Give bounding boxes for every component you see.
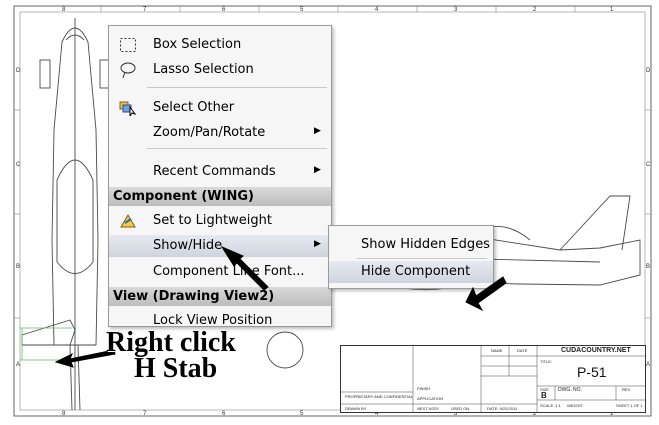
annotation-line2: H Stab: [134, 353, 218, 384]
annotation-callout: Right click H Stab: [106, 329, 236, 384]
drawing-sheet[interactable]: 8 7 6 5 4 3 2 1 8 7 6 5 4 3 2 1 D C B A …: [0, 0, 659, 425]
arrow-to-show-hide-icon: [220, 245, 269, 291]
arrow-to-hide-component-icon: [465, 276, 507, 312]
annotation-arrows: [54, 245, 507, 368]
